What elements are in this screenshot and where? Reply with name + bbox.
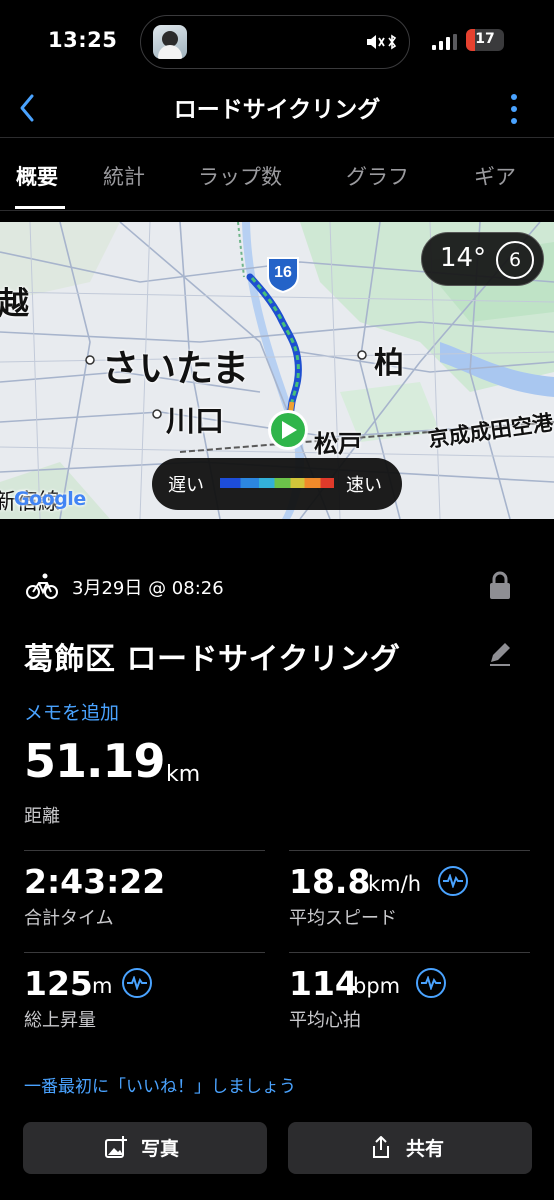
activity-summary: 3月29日 @ 08:26 葛飾区 ロードサイクリング メモを追加 51.19 … (0, 540, 554, 1200)
subscription-pulse-icon[interactable] (416, 968, 446, 998)
activity-date: 3月29日 @ 08:26 (72, 578, 224, 599)
lock-icon[interactable] (486, 570, 514, 600)
map-label-saitama: さいたま (102, 347, 249, 390)
legend-slow-label: 遅い (168, 475, 204, 496)
give-kudos-link[interactable]: 一番最初に「いいね！」しましょう (24, 1072, 296, 1097)
speed-legend: 遅い 速い (152, 458, 402, 510)
speed-gradient-bar (220, 478, 334, 488)
activity-screen: 13:25 17 ロードサイクリング 概要 統計 ラップ数 グラフ ギア 16 … (0, 0, 554, 1200)
legend-fast-label: 速い (346, 475, 382, 496)
avg-heart-rate-unit: bpm (353, 974, 401, 998)
uv-index-ring: 6 (496, 241, 534, 279)
avg-speed-value: 18.8 (289, 862, 371, 901)
stats-divider (24, 952, 265, 953)
avg-speed-unit: km/h (368, 872, 422, 896)
activity-title: 葛飾区 ロードサイクリング (24, 642, 401, 677)
map-label-kawaguchi: 川口 (166, 404, 225, 438)
cellular-signal-icon (432, 34, 457, 50)
pencil-icon[interactable] (486, 640, 514, 668)
status-bar: 13:25 17 (0, 0, 554, 84)
stats-divider (24, 850, 265, 851)
tab-bar: 概要 統計 ラップ数 グラフ ギア (0, 139, 554, 211)
more-options-icon[interactable] (506, 92, 522, 126)
map-label-matsudo: 松戸 (314, 430, 362, 458)
avg-speed-label: 平均スピード (289, 908, 397, 929)
distance-unit: km (166, 762, 201, 787)
add-memo-link[interactable]: メモを追加 (24, 698, 119, 725)
google-attribution: Google (14, 488, 86, 510)
tab-graph[interactable]: グラフ (346, 161, 409, 191)
elevation-value: 125 (24, 964, 93, 1003)
add-photo-icon (105, 1136, 127, 1158)
tab-stats[interactable]: 統計 (103, 161, 145, 191)
battery-indicator: 17 (466, 29, 504, 51)
stats-divider (289, 850, 530, 851)
subscription-pulse-icon[interactable] (122, 968, 152, 998)
share-button[interactable]: 共有 (288, 1122, 532, 1174)
uv-index-value: 6 (508, 249, 522, 271)
tab-overview[interactable]: 概要 (16, 161, 58, 191)
now-playing-thumbnail (153, 25, 187, 59)
map-label-kashiwa: 柏 (374, 346, 404, 381)
route-map[interactable]: 16 越 さいたま 川口 柏 松戸 京成成田空港 新宿線 Google 14° … (0, 222, 554, 519)
distance-value: 51.19 (24, 734, 166, 788)
total-time-value: 2:43:22 (24, 862, 166, 901)
distance-label: 距離 (24, 806, 60, 827)
share-icon (373, 1136, 389, 1158)
avg-heart-rate-value: 114 (289, 964, 358, 1003)
tab-laps[interactable]: ラップ数 (198, 161, 282, 191)
tab-gear[interactable]: ギア (474, 161, 516, 191)
active-tab-indicator (15, 206, 65, 209)
add-photo-label: 写真 (141, 1138, 180, 1160)
stats-divider (289, 952, 530, 953)
battery-level: 17 (475, 31, 495, 47)
weather-temperature: 14° (440, 243, 487, 273)
bicycle-icon (26, 573, 58, 599)
status-time: 13:25 (48, 28, 118, 52)
elevation-label: 総上昇量 (24, 1010, 96, 1031)
share-label: 共有 (406, 1138, 445, 1160)
weather-badge: 14° 6 (421, 232, 544, 286)
total-time-label: 合計タイム (24, 908, 114, 929)
map-label-koshigaya: 越 (0, 286, 29, 322)
attribution-text: Google (14, 488, 86, 510)
nav-header: ロードサイクリング (0, 84, 554, 138)
dynamic-island[interactable] (140, 15, 410, 69)
page-title: ロードサイクリング (173, 97, 381, 123)
route-shield-number: 16 (274, 264, 292, 281)
speaker-bluetooth-icon (367, 34, 397, 50)
add-photo-button[interactable]: 写真 (23, 1122, 267, 1174)
avg-heart-rate-label: 平均心拍 (289, 1010, 361, 1031)
subscription-pulse-icon[interactable] (438, 866, 468, 896)
elevation-unit: m (92, 974, 113, 998)
